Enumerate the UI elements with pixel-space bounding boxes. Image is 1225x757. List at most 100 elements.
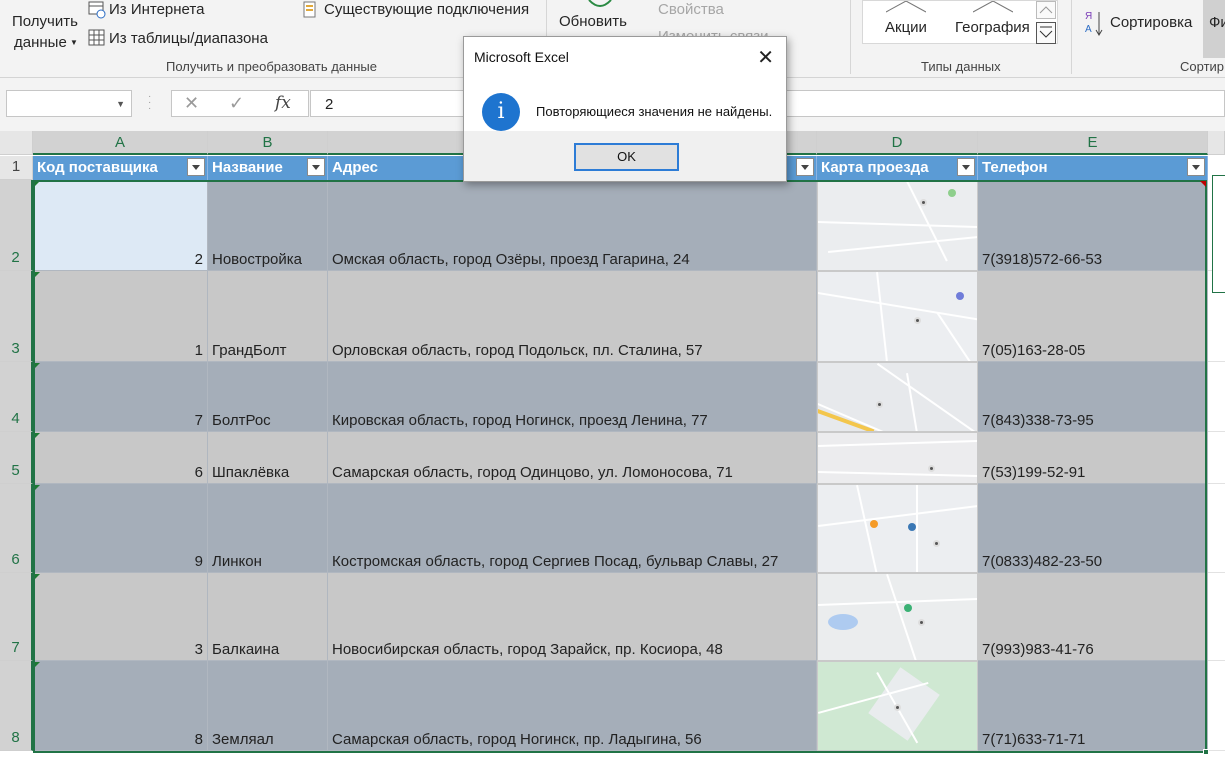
stocks-icon (886, 1, 926, 13)
get-data-button[interactable]: Получить данные ▼ (8, 10, 78, 54)
column-header-f[interactable] (1208, 131, 1225, 155)
enter-icon[interactable]: ✓ (229, 93, 244, 114)
cell-name[interactable]: Шпаклёвка (208, 432, 328, 484)
cell-code[interactable]: 3 (33, 573, 208, 661)
sort-button[interactable]: ЯА Сортировка (1084, 6, 1200, 40)
error-indicator-icon[interactable] (34, 662, 40, 668)
gallery-scroll-up[interactable] (1036, 1, 1056, 19)
row-header-1[interactable]: 1 (0, 156, 33, 180)
cancel-icon[interactable]: ✕ (184, 93, 199, 114)
error-indicator-icon[interactable] (34, 433, 40, 439)
existing-connections-button[interactable]: Существующие подключения (302, 0, 538, 22)
cell-code[interactable]: 2 (33, 180, 208, 271)
cell-code[interactable]: 7 (33, 362, 208, 432)
cell-phone[interactable]: 7(0833)482-23-50 (978, 484, 1208, 573)
map-pin-icon (933, 540, 940, 547)
row-header-6[interactable]: 6 (0, 484, 33, 573)
cell-column-f[interactable] (1208, 661, 1225, 751)
column-header-e[interactable]: E (978, 131, 1208, 155)
error-indicator-icon[interactable] (34, 485, 40, 491)
cell-address[interactable]: Самарская область, город Одинцово, ул. Л… (328, 432, 817, 484)
column-header-a[interactable]: A (33, 131, 208, 155)
cell-name[interactable]: БолтРос (208, 362, 328, 432)
cell-column-f[interactable] (1208, 484, 1225, 573)
cell-address[interactable]: Костромская область, город Сергиев Посад… (328, 484, 817, 573)
cell-phone[interactable]: 7(3918)572-66-53 (978, 180, 1208, 271)
cell-code[interactable]: 6 (33, 432, 208, 484)
cell-code[interactable]: 8 (33, 661, 208, 751)
header-cell-name[interactable]: Название (208, 156, 328, 180)
gallery-more[interactable] (1036, 22, 1056, 44)
map-image[interactable] (817, 432, 978, 484)
cell-phone[interactable]: 7(843)338-73-95 (978, 362, 1208, 432)
error-indicator-icon[interactable] (34, 181, 40, 187)
cell-name[interactable]: Земляал (208, 661, 328, 751)
cell-name[interactable]: Новостройка (208, 180, 328, 271)
filter-dropdown-icon[interactable] (796, 158, 814, 176)
properties-button[interactable]: Свойства (658, 1, 724, 18)
geography-button[interactable]: География (951, 1, 1039, 43)
refresh-button[interactable]: Обновить (555, 0, 633, 40)
close-icon[interactable]: ✕ (757, 45, 774, 70)
phone-value: 7(05)163-28-05 (982, 342, 1086, 359)
error-indicator-icon[interactable] (34, 272, 40, 278)
cell-address[interactable]: Кировская область, город Ногинск, проезд… (328, 362, 817, 432)
error-indicator-icon[interactable] (34, 363, 40, 369)
cell-phone[interactable]: 7(05)163-28-05 (978, 271, 1208, 362)
ok-button[interactable]: OK (574, 143, 679, 171)
cell-name[interactable]: ГрандБолт (208, 271, 328, 362)
cell-column-f[interactable] (1208, 432, 1225, 484)
map-image[interactable] (817, 573, 978, 661)
map-image[interactable] (817, 362, 978, 432)
drag-handle-icon[interactable]: · · · (148, 92, 152, 114)
row-header-3[interactable]: 3 (0, 271, 33, 362)
cell-address[interactable]: Самарская область, город Ногинск, пр. Ла… (328, 661, 817, 751)
row-header-4[interactable]: 4 (0, 362, 33, 432)
map-image[interactable] (817, 271, 978, 362)
cell-phone[interactable]: 7(71)633-71-71 (978, 661, 1208, 751)
name-box[interactable]: ▼ (6, 90, 132, 117)
cell-address[interactable]: Орловская область, город Подольск, пл. С… (328, 271, 817, 362)
map-image[interactable] (817, 484, 978, 573)
column-header-b[interactable]: B (208, 131, 328, 155)
map-image[interactable] (817, 180, 978, 271)
row-header-5[interactable]: 5 (0, 432, 33, 484)
cell-name[interactable]: Линкон (208, 484, 328, 573)
from-web-button[interactable]: Из Интернета (86, 0, 296, 22)
row-header-7[interactable]: 7 (0, 573, 33, 661)
error-indicator-icon[interactable] (34, 574, 40, 580)
cell-address[interactable]: Омская область, город Озёры, проезд Гага… (328, 180, 817, 271)
filter-dropdown-icon[interactable] (1187, 158, 1205, 176)
sort-az-icon: ЯА (1085, 11, 1103, 36)
cell-code[interactable]: 1 (33, 271, 208, 362)
filter-dropdown-icon[interactable] (187, 158, 205, 176)
cell-phone[interactable]: 7(993)983-41-76 (978, 573, 1208, 661)
phone-value: 7(993)983-41-76 (982, 641, 1094, 658)
column-f-cell[interactable] (1212, 175, 1225, 293)
header-cell-phone[interactable]: Телефон (978, 156, 1208, 180)
fill-handle[interactable] (1203, 749, 1209, 755)
select-all-corner[interactable] (0, 131, 33, 155)
filter-dropdown-icon[interactable] (307, 158, 325, 176)
map-image[interactable] (817, 661, 978, 751)
filter-button[interactable]: Фи (1203, 0, 1225, 58)
cell-column-f[interactable] (1208, 362, 1225, 432)
cell-address[interactable]: Новосибирская область, город Зарайск, пр… (328, 573, 817, 661)
from-table-button[interactable]: Из таблицы/диапазона (86, 28, 296, 50)
code-value: 9 (194, 553, 203, 570)
header-cell-map[interactable]: Карта проезда (817, 156, 978, 180)
row-number: 1 (11, 158, 21, 175)
stocks-button[interactable]: Акции (871, 1, 941, 43)
header-label: Телефон (982, 159, 1048, 176)
insert-function-icon[interactable]: fx (275, 93, 291, 113)
header-cell-code[interactable]: Код поставщика (33, 156, 208, 180)
worksheet-grid[interactable]: A B C D E 1 Код поставщика Название Адре… (0, 131, 1225, 757)
cell-phone[interactable]: 7(53)199-52-91 (978, 432, 1208, 484)
filter-dropdown-icon[interactable] (957, 158, 975, 176)
row-header-8[interactable]: 8 (0, 661, 33, 751)
column-header-d[interactable]: D (817, 131, 978, 155)
cell-code[interactable]: 9 (33, 484, 208, 573)
row-header-2[interactable]: 2 (0, 180, 33, 271)
cell-name[interactable]: Балкаина (208, 573, 328, 661)
cell-column-f[interactable] (1208, 573, 1225, 661)
